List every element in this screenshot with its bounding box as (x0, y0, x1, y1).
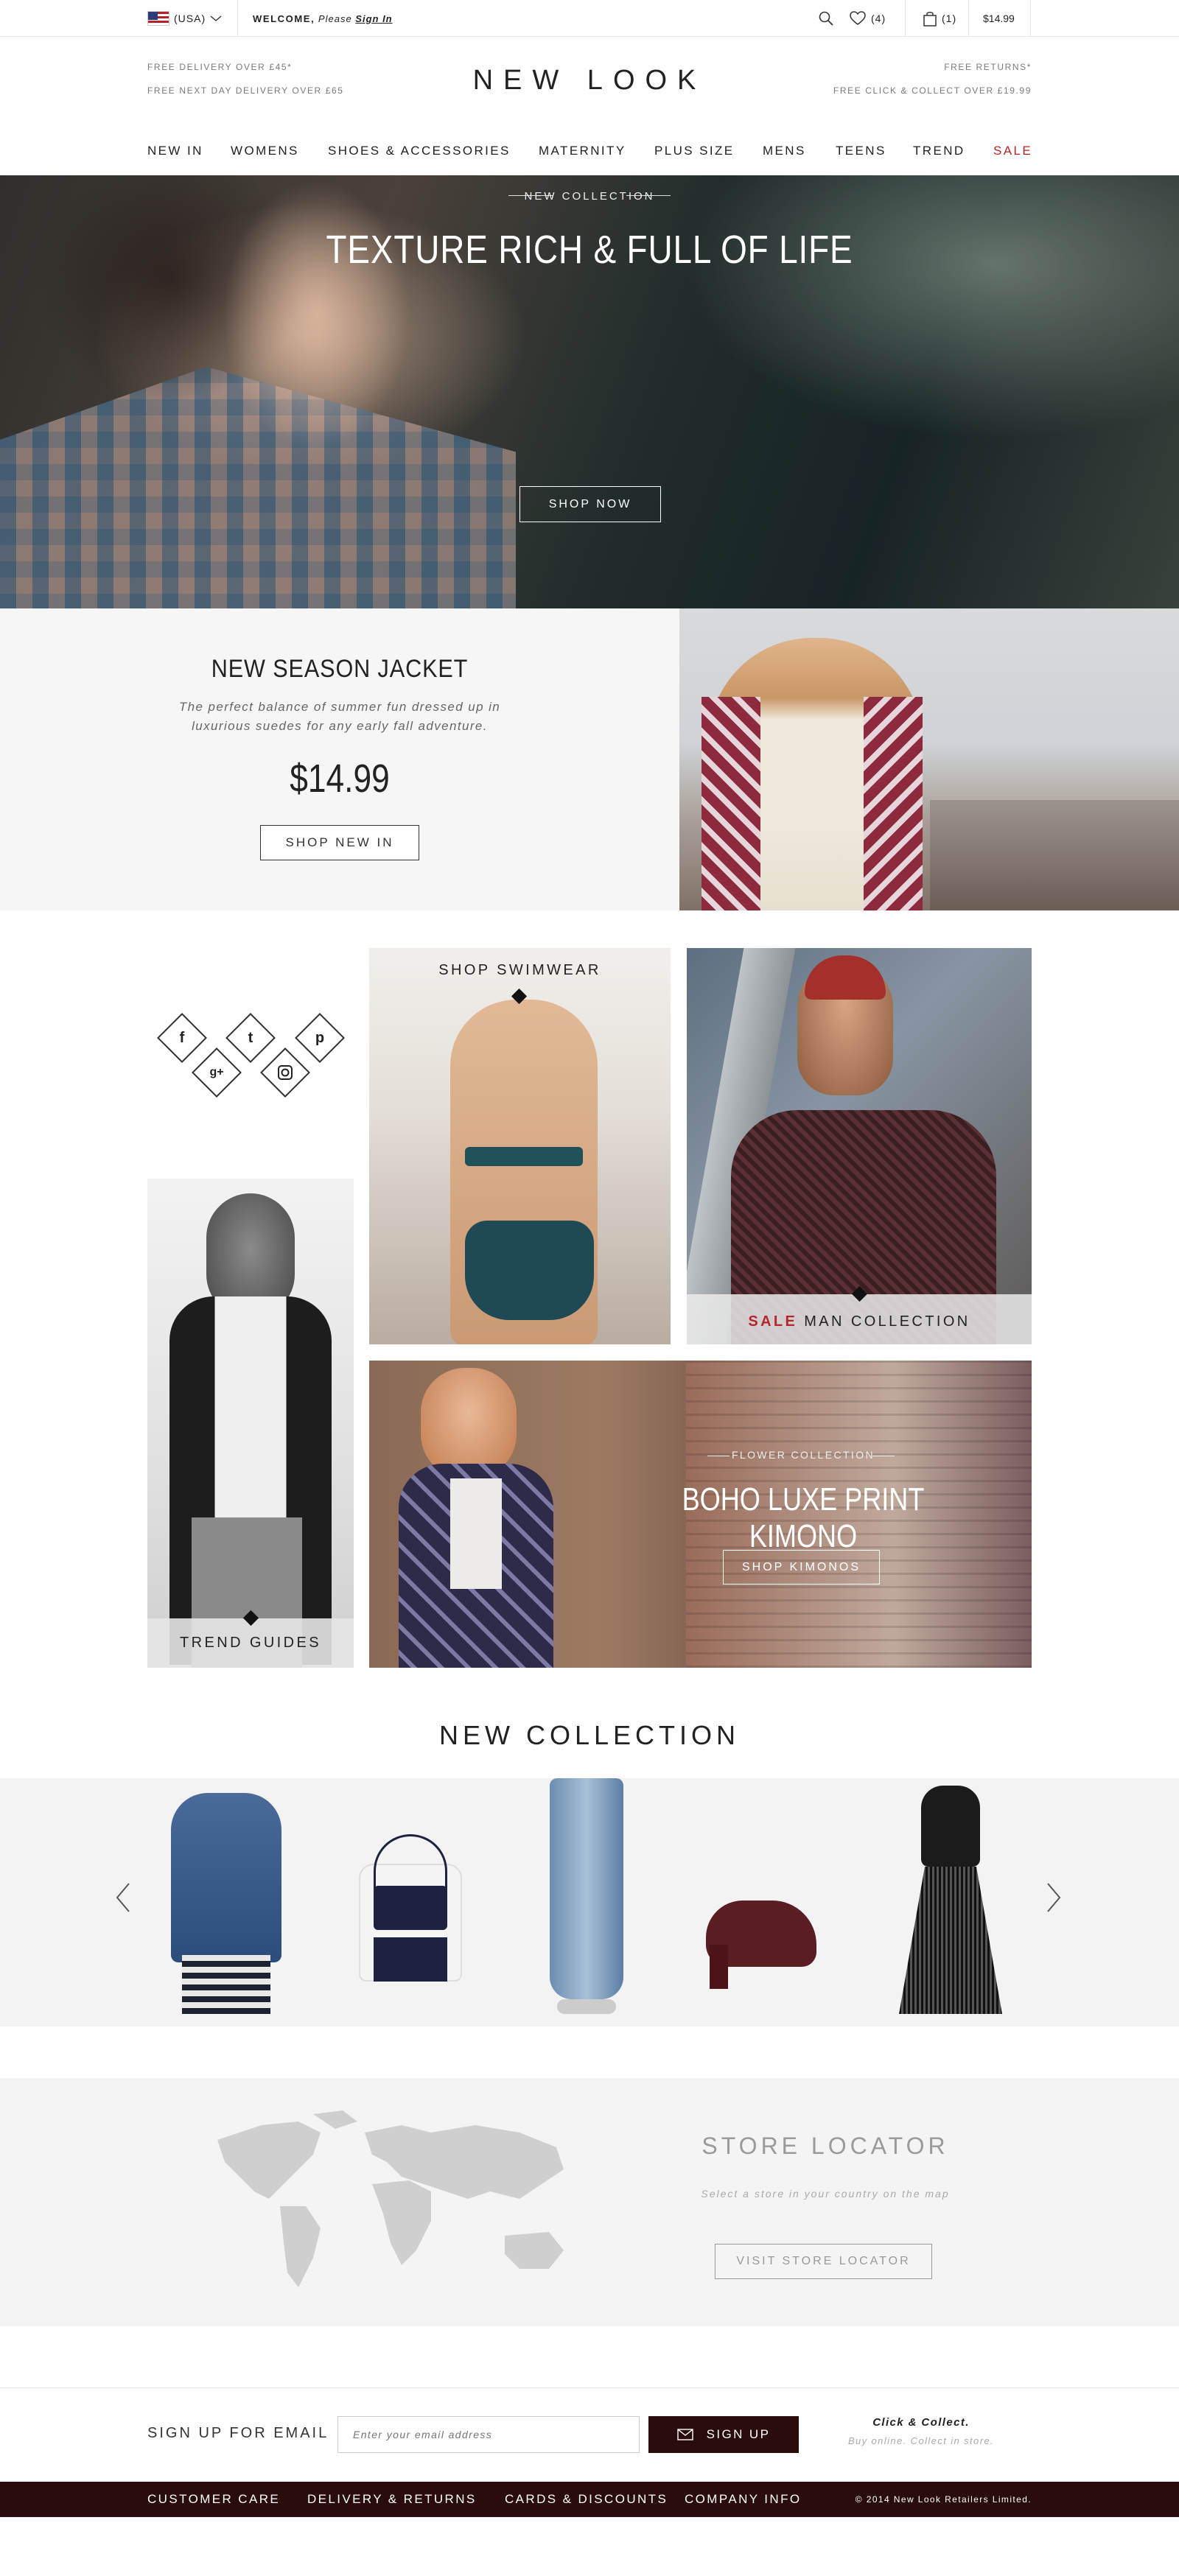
facebook-icon: f (179, 1029, 185, 1046)
chevron-right-icon (1047, 1883, 1061, 1912)
product-backpack[interactable] (355, 1819, 466, 1982)
us-flag-icon (147, 11, 169, 26)
heart-icon (850, 11, 866, 25)
nav-trend[interactable]: TREND (913, 140, 965, 162)
shop-swimwear-label[interactable]: SHOP SWIMWEAR (369, 962, 671, 979)
welcome-label: WELCOME, (253, 13, 315, 24)
product-ripped-jeans[interactable] (528, 1778, 646, 2026)
sale-word: SALE (748, 1313, 798, 1330)
nav-plus-size[interactable]: PLUS SIZE (654, 140, 735, 162)
twitter-button[interactable]: t (225, 1013, 276, 1063)
shop-now-button[interactable]: SHOP NOW (519, 486, 661, 522)
nav-shoes-accessories[interactable]: SHOES & ACCESSORIES (328, 140, 511, 162)
nav-womens[interactable]: WOMENS (231, 140, 299, 162)
man-collection-label[interactable]: SALE MAN COLLECTION (687, 1313, 1032, 1330)
sign-up-label: SIGN UP (706, 2427, 771, 2441)
shopping-bag-icon (923, 12, 937, 27)
google-plus-icon: g+ (209, 1066, 224, 1078)
country-selector[interactable]: (USA) (147, 0, 222, 37)
carousel-prev-button[interactable] (114, 1882, 132, 1919)
twitter-icon: t (248, 1029, 253, 1046)
footer-delivery-returns[interactable]: DELIVERY & RETURNS (307, 2482, 477, 2517)
store-locator-section (0, 2078, 1179, 2326)
trend-guides-tile[interactable] (147, 1179, 354, 1668)
divider (905, 0, 906, 37)
bag-total[interactable]: $14.99 (983, 0, 1015, 37)
store-locator-title: STORE LOCATOR (702, 2133, 949, 2159)
divider (1030, 0, 1031, 37)
man-collection-tile[interactable] (687, 948, 1032, 1344)
man-collection-text: MAN COLLECTION (804, 1313, 970, 1330)
divider (968, 0, 969, 37)
google-plus-button[interactable]: g+ (192, 1047, 242, 1098)
hero-title: TEXTURE RICH & FULL OF LIFE (326, 228, 853, 272)
pinterest-button[interactable]: p (295, 1013, 345, 1063)
jacket-desc-line1: The perfect balance of summer fun dresse… (178, 700, 501, 714)
copyright: © 2014 New Look Retailers Limited. (855, 2494, 1032, 2505)
product-burgundy-heels[interactable] (699, 1871, 839, 1989)
nav-mens[interactable]: MENS (763, 140, 806, 162)
footer-cards-discounts[interactable]: CARDS & DISCOUNTS (505, 2482, 668, 2517)
returns-promo: FREE RETURNS* (944, 62, 1032, 72)
footer: CUSTOMER CARE DELIVERY & RETURNS CARDS &… (0, 2482, 1179, 2517)
carousel-next-button[interactable] (1045, 1882, 1063, 1919)
nav-maternity[interactable]: MATERNITY (539, 140, 626, 162)
shop-kimonos-button[interactable]: SHOP KIMONOS (723, 1550, 880, 1584)
welcome-text: WELCOME, Please Sign In (253, 0, 393, 37)
jacket-model-image[interactable] (679, 608, 1179, 910)
product-sheer-black-dress[interactable] (884, 1778, 1017, 2026)
nav-teens[interactable]: TEENS (836, 140, 886, 162)
instagram-button[interactable] (260, 1047, 310, 1098)
hero-kicker: NEW COLLECTION (524, 190, 655, 203)
envelope-icon (676, 2429, 693, 2440)
jacket-desc-line2: luxurious suedes for any early fall adve… (192, 719, 488, 733)
chevron-down-icon (210, 15, 222, 21)
jacket-title: NEW SEASON JACKET (211, 655, 469, 683)
chevron-left-icon (116, 1883, 130, 1912)
new-collection-title: NEW COLLECTION (438, 1720, 741, 1750)
kimono-title: BOHO LUXE PRINT KIMONO (682, 1481, 925, 1554)
trend-guides-label[interactable]: TREND GUIDES (147, 1635, 354, 1652)
signup-label: SIGN UP FOR EMAIL (147, 2425, 329, 2441)
swimwear-tile[interactable] (369, 948, 671, 1344)
footer-customer-care[interactable]: CUSTOMER CARE (147, 2482, 280, 2517)
jacket-price: $14.99 (290, 757, 390, 801)
wishlist-count: (4) (871, 13, 886, 24)
divider (237, 0, 238, 37)
kimono-kicker: FLOWER COLLECTION (731, 1449, 875, 1461)
store-locator-subtitle: Select a store in your country on the ma… (701, 2188, 950, 2200)
country-label: (USA) (174, 13, 206, 24)
please-text: Please (318, 13, 352, 24)
search-button[interactable] (818, 0, 834, 37)
pinterest-icon: p (315, 1029, 325, 1046)
search-icon (819, 11, 833, 26)
email-input[interactable] (337, 2416, 640, 2453)
nav-new-in[interactable]: NEW IN (147, 140, 203, 162)
bag-button[interactable]: (1) (923, 0, 956, 37)
click-collect-promo: FREE CLICK & COLLECT OVER £19.99 (833, 85, 1032, 96)
click-collect-title: Click & Collect. (872, 2416, 970, 2429)
sign-in-link[interactable]: Sign In (355, 13, 392, 24)
top-bar: (USA) WELCOME, Please Sign In (4) (1) $1… (0, 0, 1179, 37)
sign-up-button[interactable]: SIGN UP (648, 2416, 799, 2453)
visit-store-locator-button[interactable]: VISIT STORE LOCATOR (715, 2244, 932, 2279)
facebook-button[interactable]: f (157, 1013, 207, 1063)
product-denim-parka[interactable] (156, 1778, 304, 2026)
wishlist-button[interactable]: (4) (849, 0, 886, 37)
world-map-icon[interactable] (210, 2110, 586, 2291)
page: (USA) WELCOME, Please Sign In (4) (1) $1… (0, 0, 1179, 2576)
bag-count: (1) (942, 13, 957, 24)
footer-company-info[interactable]: COMPANY INFO (685, 2482, 802, 2517)
shop-new-in-button[interactable]: SHOP NEW IN (260, 825, 419, 860)
click-collect-subtitle: Buy online. Collect in store. (847, 2435, 995, 2446)
instagram-icon (269, 1056, 301, 1089)
nav-sale[interactable]: SALE (993, 140, 1032, 162)
